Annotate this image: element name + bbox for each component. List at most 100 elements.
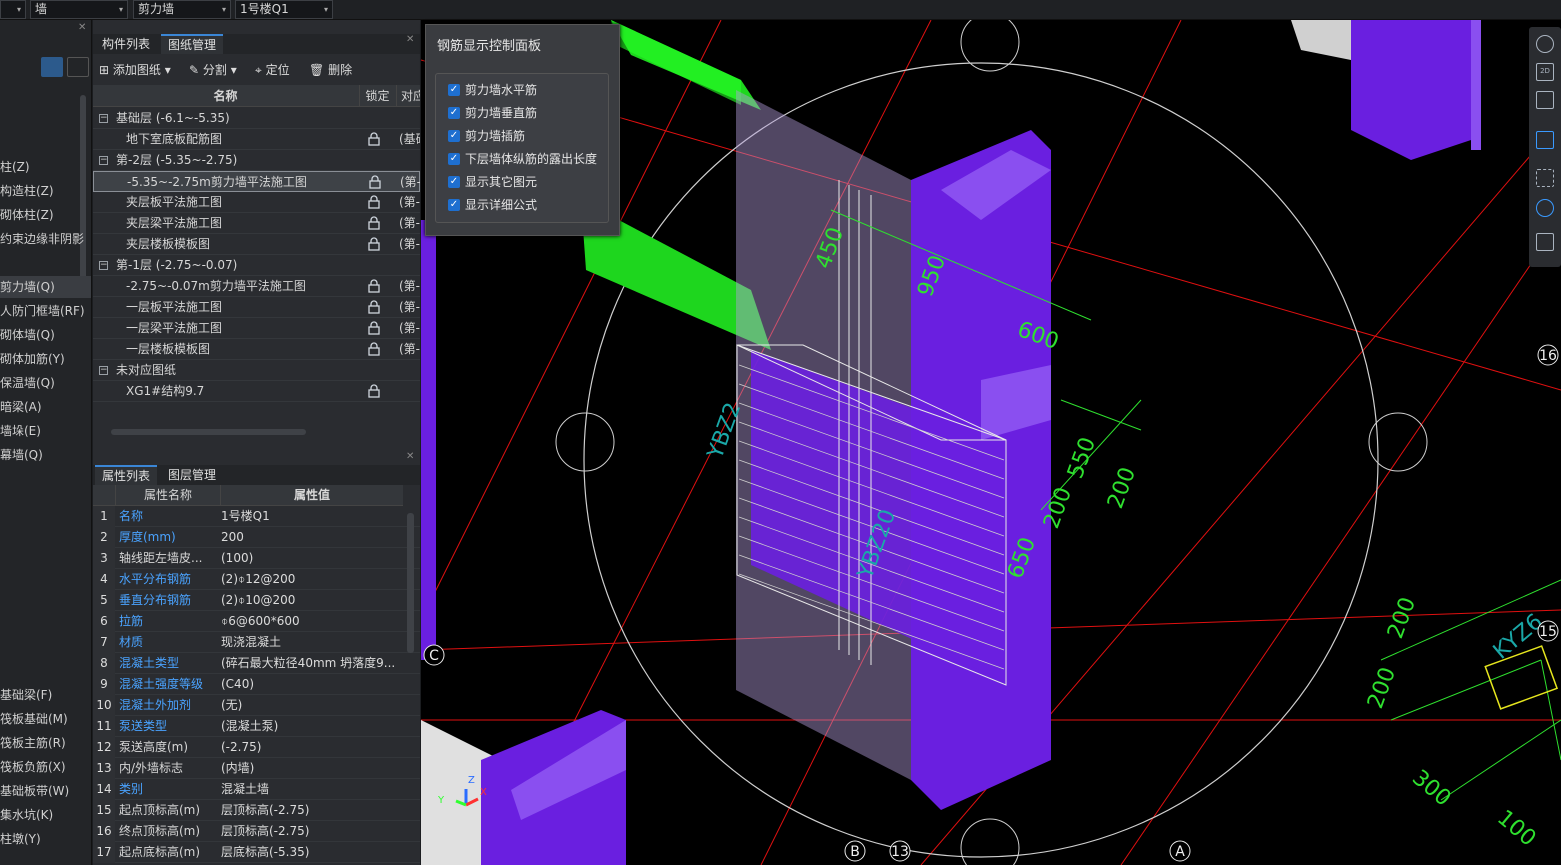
lock-icon[interactable] [368, 279, 380, 293]
property-row[interactable]: 14 类别 混凝土墙 [93, 779, 420, 800]
property-row[interactable]: 13 内/外墙标志 (内墙) [93, 758, 420, 779]
property-value[interactable]: 层底标高(-5.35) [221, 842, 406, 863]
tab-drawing-management[interactable]: 图纸管理 [161, 34, 224, 54]
property-row[interactable]: 9 混凝土强度等级 (C40) [93, 674, 420, 695]
component-icon[interactable] [1536, 199, 1554, 217]
property-row[interactable]: 16 终点顶标高(m) 层顶标高(-2.75) [93, 821, 420, 842]
property-row[interactable]: 7 材质 现浇混凝土 [93, 632, 420, 653]
drawing-group-row[interactable]: − 基础层 (-6.1~-5.35) [93, 108, 420, 129]
property-row[interactable]: 11 泵送类型 (混凝土泵) [93, 716, 420, 737]
drawing-group-row[interactable]: − 第-2层 (-5.35~-2.75) [93, 150, 420, 171]
property-value[interactable]: (2)⌽10@200 [221, 590, 406, 611]
lock-icon[interactable] [369, 175, 381, 189]
property-value[interactable]: ⌽6@600*600 [221, 611, 406, 632]
left-nav-item[interactable]: 基础板带(W) [0, 780, 91, 802]
drawing-row[interactable]: 夹层板平法施工图 (第- [93, 192, 420, 213]
left-nav-item[interactable]: 保温墙(Q) [0, 372, 91, 394]
property-value[interactable]: 混凝土墙 [221, 779, 406, 800]
type-dropdown[interactable]: 剪力墙 ▾ [133, 0, 231, 19]
checkbox-icon[interactable]: ✓ [448, 84, 460, 96]
property-value[interactable]: (内墙) [221, 758, 406, 779]
lock-icon[interactable] [368, 384, 380, 398]
property-row[interactable]: 8 混凝土类型 (碎石最大粒径40mm 坍落度9... [93, 653, 420, 674]
property-row[interactable]: 5 垂直分布钢筋 (2)⌽10@200 [93, 590, 420, 611]
drawing-h-scrollbar[interactable] [111, 429, 306, 435]
property-row[interactable]: 17 起点底标高(m) 层底标高(-5.35) [93, 842, 420, 863]
add-drawing-button[interactable]: ⊞ 添加图纸 ▾ [99, 62, 171, 78]
drawing-group-row[interactable]: − 未对应图纸 [93, 360, 420, 381]
property-row[interactable]: 12 泵送高度(m) (-2.75) [93, 737, 420, 758]
floor-dropdown[interactable]: ▾ [0, 0, 26, 19]
left-nav-item[interactable]: 砌体加筋(Y) [0, 348, 91, 370]
property-row[interactable]: 10 混凝土外加剂 (无) [93, 695, 420, 716]
lock-icon[interactable] [368, 132, 380, 146]
split-button[interactable]: ✎ 分割 ▾ [189, 62, 237, 78]
locate-button[interactable]: ⌖ 定位 [255, 62, 290, 78]
report-icon[interactable] [1536, 233, 1554, 251]
property-row[interactable]: 4 水平分布钢筋 (2)⌽12@200 [93, 569, 420, 590]
left-nav-item[interactable]: 暗梁(A) [0, 396, 91, 418]
2d-view-icon[interactable]: 2D [1536, 63, 1554, 81]
close-icon[interactable]: ✕ [406, 34, 414, 45]
property-value[interactable]: (碎石最大粒径40mm 坍落度9... [221, 653, 406, 674]
drawing-row[interactable]: 一层楼板模板图 (第- [93, 339, 420, 360]
lock-icon[interactable] [368, 237, 380, 251]
lock-icon[interactable] [368, 300, 380, 314]
lock-icon[interactable] [368, 195, 380, 209]
left-nav-item[interactable]: 集水坑(K) [0, 804, 91, 826]
property-value[interactable]: 层顶标高(-2.75) [221, 821, 406, 842]
close-icon[interactable]: ✕ [406, 451, 414, 462]
collapse-icon[interactable]: − [99, 114, 108, 123]
drawing-group-row[interactable]: − 第-1层 (-2.75~-0.07) [93, 255, 420, 276]
drawing-row[interactable]: 夹层梁平法施工图 (第- [93, 213, 420, 234]
left-nav-item[interactable]: 构造柱(Z) [0, 180, 91, 202]
3d-box-icon[interactable] [1536, 91, 1554, 109]
left-nav-item[interactable]: 柱墩(Y) [0, 828, 91, 850]
property-row[interactable]: 3 轴线距左墙皮... (100) [93, 548, 420, 569]
checkbox-icon[interactable]: ✓ [448, 199, 460, 211]
property-value[interactable]: 200 [221, 527, 406, 548]
drawing-row[interactable]: 一层梁平法施工图 (第- [93, 318, 420, 339]
left-nav-item[interactable]: 剪力墙(Q) [0, 276, 91, 298]
property-row[interactable]: 2 厚度(mm) 200 [93, 527, 420, 548]
drawing-row[interactable]: 地下室底板配筋图 (基础 [93, 129, 420, 150]
drawing-row[interactable]: 夹层楼板模板图 (第- [93, 234, 420, 255]
checkbox-icon[interactable]: ✓ [448, 176, 460, 188]
property-value[interactable]: (混凝土泵) [221, 716, 406, 737]
left-nav-item[interactable]: 幕墙(Q) [0, 444, 91, 466]
property-value[interactable]: (C40) [221, 674, 406, 695]
collapse-icon[interactable]: − [99, 156, 108, 165]
tab-property-list[interactable]: 属性列表 [95, 465, 158, 485]
lock-icon[interactable] [368, 342, 380, 356]
drawing-row[interactable]: XG1#结构9.7 [93, 381, 420, 402]
detail-view-icon[interactable] [67, 57, 89, 77]
property-value[interactable]: (100) [221, 548, 406, 569]
left-nav-item[interactable]: 砌体柱(Z) [0, 204, 91, 226]
left-nav-item[interactable]: 筏板主筋(R) [0, 732, 91, 754]
collapse-icon[interactable]: − [99, 261, 108, 270]
orbit-icon[interactable] [1536, 35, 1554, 53]
checkbox-icon[interactable]: ✓ [448, 107, 460, 119]
property-row[interactable]: 1 名称 1号楼Q1 [93, 506, 420, 527]
drawing-row[interactable]: -5.35~-2.75m剪力墙平法施工图 (第- [93, 171, 420, 192]
left-nav-item[interactable]: 筏板负筋(X) [0, 756, 91, 778]
checkbox-icon[interactable]: ✓ [448, 153, 460, 165]
component-dropdown[interactable]: 1号楼Q1 ▾ [235, 0, 333, 19]
close-icon[interactable]: ✕ [78, 22, 86, 33]
property-row[interactable]: 15 起点顶标高(m) 层顶标高(-2.75) [93, 800, 420, 821]
left-nav-item[interactable]: 人防门框墙(RF) [0, 300, 91, 322]
drawing-row[interactable]: 一层板平法施工图 (第- [93, 297, 420, 318]
property-row[interactable]: 6 拉筋 ⌽6@600*600 [93, 611, 420, 632]
collapse-icon[interactable]: − [99, 366, 108, 375]
property-value[interactable]: (2)⌽12@200 [221, 569, 406, 590]
property-value[interactable]: 层顶标高(-2.75) [221, 800, 406, 821]
left-nav-item[interactable]: 筏板基础(M) [0, 708, 91, 730]
left-nav-item[interactable]: 柱(Z) [0, 156, 91, 178]
lock-icon[interactable] [368, 321, 380, 335]
left-nav-item[interactable]: 砌体墙(Q) [0, 324, 91, 346]
delete-button[interactable]: 🗑 删除 [309, 62, 352, 78]
tab-layer-management[interactable]: 图层管理 [161, 465, 223, 485]
list-view-icon[interactable] [41, 57, 63, 77]
3d-box-filled-icon[interactable] [1536, 131, 1554, 149]
left-nav-item[interactable]: 约束边缘非阴影 [0, 228, 91, 250]
